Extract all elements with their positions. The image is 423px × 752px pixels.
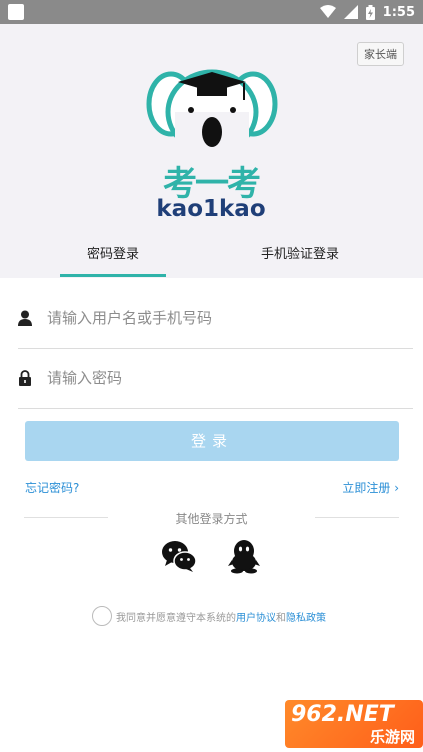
watermark-bottom: 乐游网: [369, 728, 415, 746]
agreement-row: 我同意并愿意遵守本系统的 用户协议 和 隐私政策: [92, 606, 326, 626]
qq-icon[interactable]: [226, 538, 262, 574]
brand-name-en: kao1kao: [156, 196, 266, 222]
notification-icon: [8, 4, 24, 20]
koala-logo-icon: [146, 69, 278, 158]
tab-password-login[interactable]: 密码登录: [60, 243, 166, 262]
username-row: [18, 288, 413, 349]
forgot-password-link[interactable]: 忘记密码?: [25, 479, 79, 496]
wifi-icon: [319, 5, 336, 18]
watermark-top: 962.NET: [291, 702, 394, 727]
agreement-text: 我同意并愿意遵守本系统的: [116, 612, 236, 624]
tab-sms-login[interactable]: 手机验证登录: [238, 243, 362, 262]
login-button[interactable]: 登录: [25, 421, 399, 461]
agreement-checkbox[interactable]: [92, 606, 112, 626]
lock-icon: [19, 370, 31, 386]
status-time: 1:55: [382, 4, 415, 20]
watermark-logo: 962.NET 乐游网: [285, 700, 423, 748]
login-header: 家长端 考一考 kao1kao 密码登录 手机验证登录: [0, 24, 423, 278]
battery-icon: [365, 4, 375, 20]
status-icons: 1:55: [319, 2, 415, 22]
username-input[interactable]: [45, 304, 389, 332]
register-link[interactable]: 立即注册 ›: [342, 479, 399, 496]
status-bar: 1:55: [0, 0, 423, 24]
other-login-label: 其他登录方式: [175, 512, 248, 526]
wechat-icon[interactable]: [161, 538, 197, 574]
password-row: [18, 348, 413, 409]
user-agreement-link[interactable]: 用户协议: [236, 609, 276, 624]
divider-right: [315, 517, 399, 518]
active-tab-indicator: [60, 274, 166, 277]
parent-mode-button[interactable]: 家长端: [357, 42, 404, 66]
agreement-conj: 和: [276, 612, 286, 624]
password-input[interactable]: [45, 364, 389, 392]
signal-icon: [343, 5, 358, 19]
user-icon: [18, 310, 32, 326]
privacy-policy-link[interactable]: 隐私政策: [286, 609, 326, 624]
